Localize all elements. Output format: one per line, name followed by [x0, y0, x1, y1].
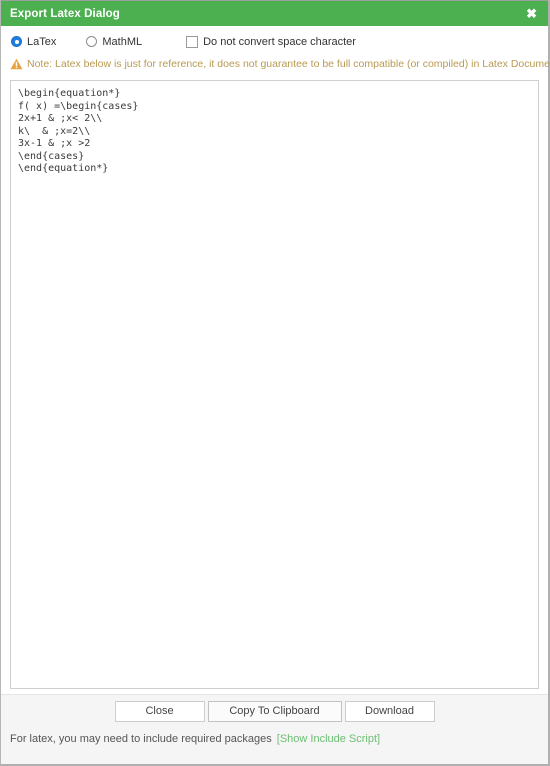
radio-option-mathml[interactable]: MathML [86, 36, 142, 48]
dialog-titlebar: Export Latex Dialog ✖ [1, 0, 548, 26]
export-options-row: LaTex MathML Do not convert space charac… [1, 31, 548, 52]
footer-button-row: Close Copy To Clipboard Download [1, 695, 548, 722]
checkbox-option-no-space-convert[interactable]: Do not convert space character [186, 35, 356, 48]
copy-to-clipboard-button[interactable]: Copy To Clipboard [207, 701, 342, 722]
radio-mathml-icon[interactable] [86, 36, 98, 47]
checkbox-icon[interactable] [186, 35, 199, 48]
radio-latex-icon[interactable] [11, 36, 22, 47]
radio-option-latex[interactable]: LaTex [11, 36, 56, 48]
latex-textarea-container[interactable]: \begin{equation*} f( x) =\begin{cases} 2… [10, 80, 539, 689]
note-text: Note: Latex below is just for reference,… [27, 58, 550, 70]
latex-code-text[interactable]: \begin{equation*} f( x) =\begin{cases} 2… [11, 81, 538, 688]
export-latex-dialog: Export Latex Dialog ✖ LaTex MathML Do no… [0, 0, 550, 766]
close-icon[interactable]: ✖ [523, 5, 540, 22]
dialog-footer: Close Copy To Clipboard Download For lat… [1, 694, 548, 764]
footer-note: For latex, you may need to include requi… [1, 722, 548, 745]
download-button[interactable]: Download [344, 701, 435, 722]
radio-latex-label: LaTex [27, 35, 57, 48]
note-row: Note: Latex below is just for reference,… [1, 54, 550, 74]
warning-triangle-icon [10, 58, 23, 70]
show-include-script-link[interactable]: [Show Include Script] [277, 733, 380, 745]
dialog-title: Export Latex Dialog [10, 7, 120, 20]
close-button[interactable]: Close [114, 701, 205, 722]
checkbox-no-space-convert-label: Do not convert space character [203, 35, 356, 48]
footer-note-text: For latex, you may need to include requi… [10, 733, 272, 745]
radio-mathml-label: MathML [102, 35, 143, 48]
